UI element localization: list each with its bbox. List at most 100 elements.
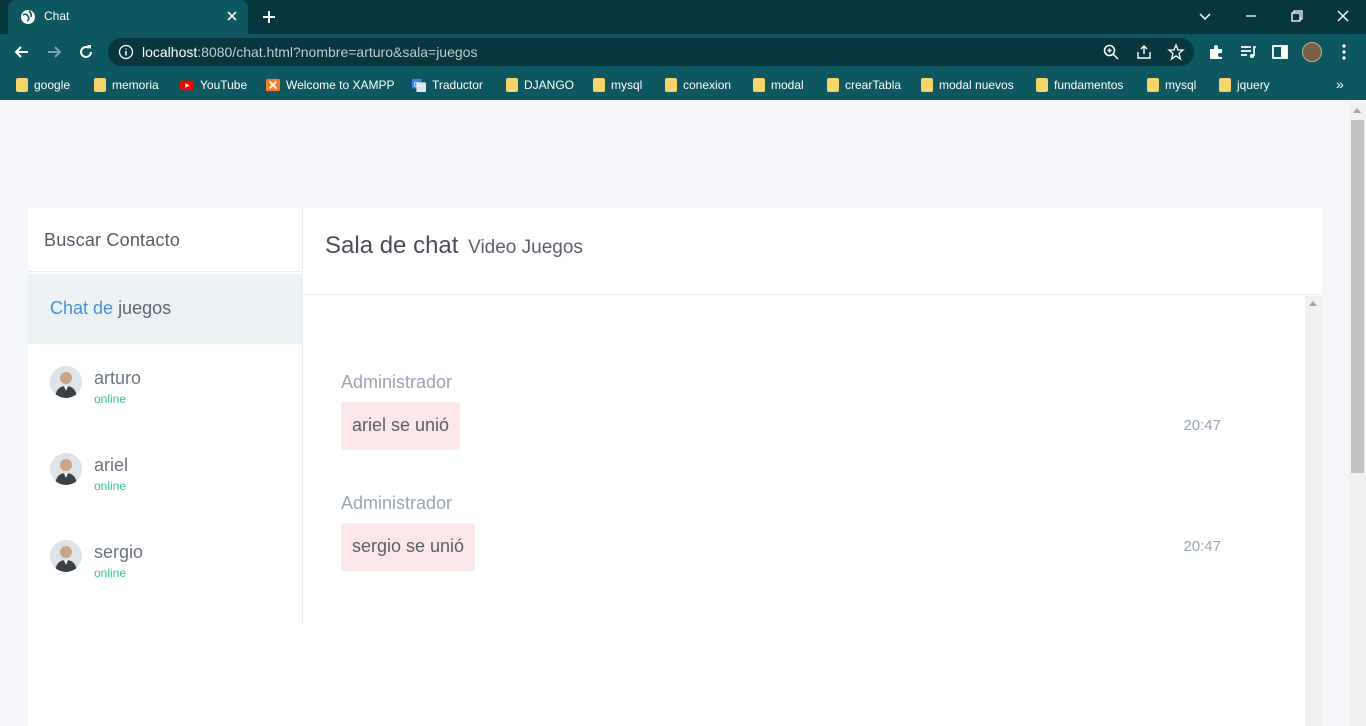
scroll-up-arrow-icon[interactable] [1353, 108, 1361, 113]
message-author: Administrador [341, 493, 453, 513]
message: Administrador ariel se unió 20:47 [341, 372, 1241, 450]
contact-status: online [94, 479, 127, 493]
browser-toolbar: localhost:8080/chat.html?nombre=arturo&s… [0, 34, 1366, 70]
chat-title: Sala de chat [325, 232, 459, 259]
message-bubble: ariel se unió [341, 402, 461, 450]
message-time: 20:47 [1183, 417, 1221, 434]
bookmark-item[interactable]: google [16, 77, 70, 93]
chat-subtitle: Video Juegos [468, 237, 583, 258]
folder-icon [1036, 78, 1048, 92]
bookmark-label: crearTabla [845, 78, 902, 92]
active-room-item[interactable]: Chat de juegos [28, 274, 302, 344]
forward-icon[interactable] [44, 42, 64, 62]
close-tab-icon[interactable] [224, 8, 240, 24]
folder-icon [827, 78, 839, 92]
contact-item[interactable]: arturo online [28, 366, 302, 426]
restore-icon[interactable] [1287, 6, 1307, 26]
back-icon[interactable] [12, 42, 32, 62]
folder-icon [665, 78, 677, 92]
room-prefix: Chat de [50, 298, 114, 318]
folder-icon [16, 78, 28, 92]
avatar [50, 366, 82, 398]
tab-search-icon[interactable] [1195, 6, 1215, 26]
bookmark-item[interactable]: modal [753, 77, 804, 93]
bookmark-label: jquery [1237, 78, 1270, 92]
contact-status: online [94, 392, 127, 406]
url-path: :8080/chat.html?nombre=arturo&sala=juego… [197, 44, 478, 60]
bookmark-item[interactable]: mysql [1147, 77, 1196, 93]
zoom-icon[interactable] [1102, 43, 1120, 61]
youtube-icon [180, 80, 194, 91]
bookmark-star-icon[interactable] [1167, 43, 1185, 61]
new-tab-icon[interactable] [260, 8, 278, 26]
bookmark-item[interactable]: memoria [94, 77, 159, 93]
site-info-icon[interactable] [118, 44, 134, 60]
bookmark-label: memoria [112, 78, 159, 92]
close-window-icon[interactable] [1333, 6, 1353, 26]
page-scrollbar[interactable] [1349, 103, 1366, 726]
bookmark-item[interactable]: DJANGO [506, 77, 574, 93]
avatar [50, 540, 82, 572]
message-bubble: sergio se unió [341, 523, 476, 571]
svg-text:G: G [414, 81, 419, 89]
bookmarks-bar: google memoria YouTube Welcome to XAMPP … [0, 70, 1366, 100]
bookmark-label: DJANGO [524, 78, 575, 92]
browser-tab-strip: Chat [0, 0, 1366, 34]
contact-search[interactable]: Buscar Contacto [28, 208, 302, 272]
avatar [50, 453, 82, 485]
bookmark-item[interactable]: YouTube [180, 77, 247, 93]
contact-name: ariel [94, 455, 129, 475]
reload-icon[interactable] [76, 42, 96, 62]
address-bar[interactable]: localhost:8080/chat.html?nombre=arturo&s… [108, 38, 1194, 66]
bookmark-label: google [34, 78, 71, 92]
bookmark-item[interactable]: G Traductor [412, 77, 483, 93]
room-name: juegos [118, 298, 172, 318]
bookmark-item[interactable]: modal nuevos [921, 77, 1014, 93]
globe-icon [21, 10, 35, 24]
profile-avatar[interactable] [1302, 42, 1322, 62]
contact-name: sergio [94, 542, 144, 562]
browser-tab[interactable]: Chat [8, 0, 248, 34]
bookmark-label: modal nuevos [939, 78, 1014, 92]
extensions-icon[interactable] [1206, 42, 1226, 62]
bookmark-label: YouTube [200, 78, 248, 92]
menu-kebab-icon[interactable] [1334, 42, 1354, 62]
minimize-icon[interactable] [1241, 6, 1261, 26]
folder-icon [921, 78, 933, 92]
message: Administrador sergio se unió 20:47 [341, 493, 1241, 571]
bookmark-item[interactable]: crearTabla [827, 77, 901, 93]
bookmark-item[interactable]: mysql [593, 77, 642, 93]
bookmark-item[interactable]: fundamentos [1036, 77, 1123, 93]
contact-item[interactable]: sergio online [28, 540, 302, 600]
contact-name: arturo [94, 368, 142, 388]
media-queue-icon[interactable] [1238, 42, 1258, 62]
bookmarks-overflow-button[interactable]: » [1336, 76, 1344, 92]
search-contact-label: Buscar Contacto [44, 230, 181, 250]
bookmark-label: modal [771, 78, 804, 92]
xampp-icon [266, 78, 280, 92]
bookmark-item[interactable]: conexion [665, 77, 731, 93]
scroll-up-arrow-icon[interactable] [1309, 301, 1317, 306]
bookmark-label: Welcome to XAMPP [286, 78, 395, 92]
bookmark-label: mysql [1165, 78, 1197, 92]
bookmark-item[interactable]: jquery [1219, 77, 1270, 93]
bookmark-label: fundamentos [1054, 78, 1124, 92]
side-panel-icon[interactable] [1270, 42, 1290, 62]
messages-area[interactable]: Administrador ariel se unió 20:47 Admini… [304, 296, 1305, 726]
folder-icon [1219, 78, 1231, 92]
messages-scrollbar[interactable] [1305, 296, 1322, 726]
bookmark-item[interactable]: Welcome to XAMPP [266, 77, 394, 93]
contact-item[interactable]: ariel online [28, 453, 302, 513]
chat-card: Buscar Contacto Chat de juegos arturo on… [28, 208, 1322, 726]
url-text[interactable]: localhost:8080/chat.html?nombre=arturo&s… [142, 44, 477, 60]
message-time: 20:47 [1183, 538, 1221, 555]
contact-status: online [94, 566, 127, 580]
tab-title: Chat [44, 9, 70, 23]
folder-icon [94, 78, 106, 92]
translate-icon: G [412, 78, 426, 92]
page-scroll-thumb[interactable] [1351, 120, 1364, 473]
url-host: localhost [142, 44, 198, 60]
folder-icon [506, 78, 518, 92]
message-author: Administrador [341, 372, 453, 392]
share-icon[interactable] [1135, 43, 1153, 61]
